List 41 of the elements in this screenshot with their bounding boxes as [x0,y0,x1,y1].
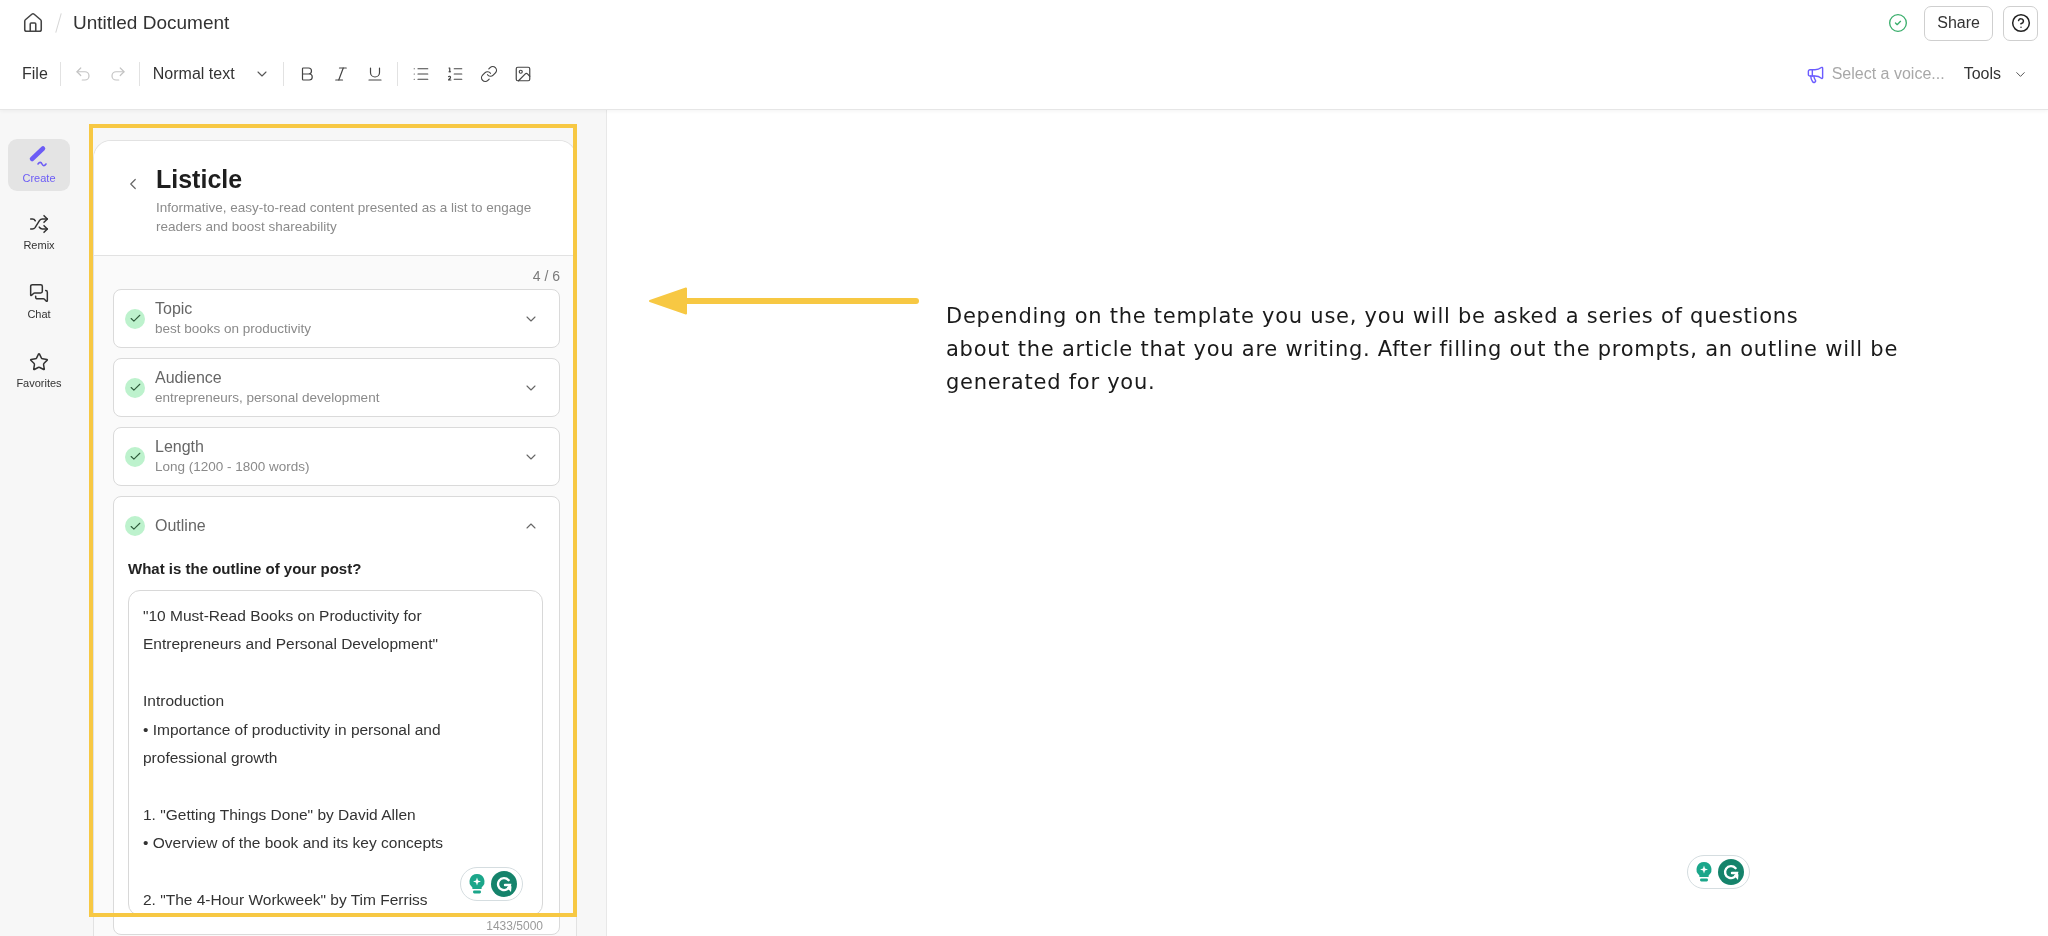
step-title: Outline [155,516,207,536]
text-style-dropdown[interactable]: Normal text [152,64,270,84]
character-counter: 1433/5000 [485,919,543,934]
home-icon[interactable] [22,12,44,34]
numbered-list-icon[interactable] [445,65,464,83]
question-label: What is the outline of your post? [128,559,363,579]
step-title: Audience [155,368,223,388]
lightbulb-icon[interactable] [468,873,486,895]
g-logo-icon[interactable] [1718,859,1744,885]
sidebar-item[interactable]: Chat [8,277,70,329]
sidebar-item[interactable]: Create [8,139,70,191]
outline-text-field[interactable] [128,590,543,916]
sidebar-item[interactable]: Remix [8,208,70,260]
megaphone-icon[interactable] [1805,64,1825,84]
step-title: Topic [155,299,194,319]
outline-text: "10 Must-Read Books on Productivity for Entrepreneurs and Personal Development" Introduction • Importance of productivity in personal and professional growth 1. "Getting Things Done" by David Allen • Overview of the book and its key concepts 2. "The 4-Hour Workweek" by Tim Ferriss [143,606,445,911]
document-title: Untitled Document [73,11,230,35]
annotation-text: Depending on the template you use, you will be asked a series of questions about the article that you are writing. After filling out the prompts, an outline will be generated for you. [946,303,1899,396]
step-count-text: 4 / 6 [532,267,560,286]
panel-title: Listicle [156,164,244,195]
g-logo-icon[interactable] [491,871,517,897]
step-title: Length [155,437,205,457]
writing-assistant-badge[interactable] [1687,855,1750,889]
image-icon[interactable] [513,65,532,83]
panel-description: Informative, easy-to-read content presented as a list to engage readers and boost shareability [156,199,533,236]
tools-menu[interactable]: Tools [1963,64,2028,84]
help-button[interactable] [2003,5,2038,41]
help-icon[interactable] [2010,13,2031,33]
star-icon[interactable] [29,352,49,372]
sidebar-item[interactable]: Favorites [8,346,70,398]
lightbulb-icon[interactable] [1695,861,1713,883]
writing-assistant-badge[interactable] [460,867,523,901]
chat-icon[interactable] [29,283,49,303]
link-icon[interactable] [479,65,498,83]
file-menu[interactable]: File [22,64,48,84]
bullet-list-icon[interactable] [411,65,430,83]
share-button[interactable]: Share [1924,5,1993,41]
shuffle-icon[interactable] [29,214,49,234]
step-value: entrepreneurs, personal development [155,389,381,407]
step-value: Long (1200 - 1800 words) [155,458,311,476]
step-value: best books on productivity [155,320,313,338]
